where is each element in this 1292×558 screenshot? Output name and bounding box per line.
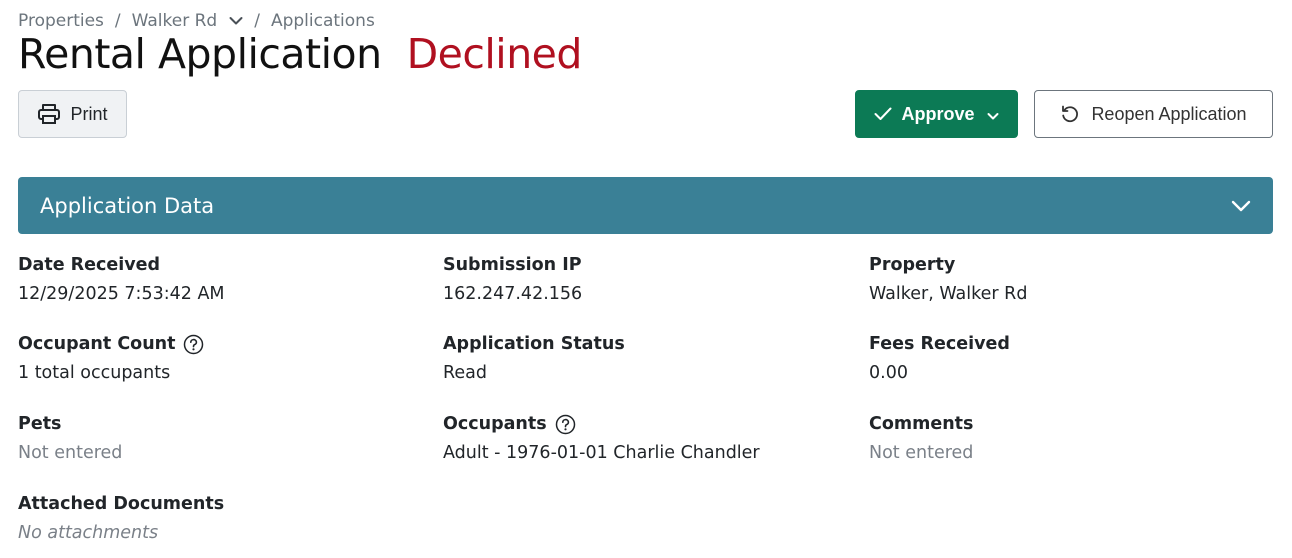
field-label: Occupants [443, 414, 547, 434]
field-label-row: Occupant Count [18, 332, 204, 356]
field-value: Walker, Walker Rd [869, 284, 1028, 304]
field-value: Not entered [869, 443, 974, 463]
field-value: Read [443, 363, 487, 383]
field-label: Date Received [18, 255, 161, 275]
field-label: Occupant Count [18, 334, 176, 354]
page-header: Rental Application Declined [18, 28, 582, 80]
field-label: Submission IP [443, 255, 582, 275]
chevron-down-icon[interactable] [1231, 200, 1251, 212]
approve-label: Approve [901, 103, 975, 124]
question-circle-icon[interactable] [555, 414, 576, 435]
field-pets: Pets Not entered [18, 412, 122, 465]
status-label: Declined [406, 30, 583, 78]
field-value: 1 total occupants [18, 363, 171, 383]
field-fees-received: Fees Received 0.00 [869, 332, 1010, 385]
field-date-received: Date Received 12/29/2025 7:53:42 AM [18, 253, 225, 306]
field-label: Application Status [443, 334, 625, 354]
field-value: 0.00 [869, 363, 908, 383]
field-occupant-count: Occupant Count 1 total occupants [18, 332, 204, 385]
reopen-application-button[interactable]: Reopen Application [1034, 90, 1273, 138]
field-label: Attached Documents [18, 494, 225, 514]
application-data-panel-header[interactable]: Application Data [18, 177, 1273, 234]
undo-icon [1062, 105, 1079, 123]
field-label: Fees Received [869, 334, 1010, 354]
field-label: Pets [18, 414, 62, 434]
reopen-label: Reopen Application [1091, 103, 1247, 124]
print-button[interactable]: Print [18, 90, 127, 138]
chevron-down-icon[interactable] [987, 112, 999, 121]
approve-button[interactable]: Approve [855, 90, 1018, 138]
panel-title: Application Data [40, 193, 215, 218]
field-value: Not entered [18, 443, 123, 463]
field-value: 12/29/2025 7:53:42 AM [18, 284, 225, 304]
check-icon [874, 107, 892, 120]
field-label: Comments [869, 414, 974, 434]
field-value: Adult - 1976-01-01 Charlie Chandler [443, 443, 760, 463]
field-label-row: Occupants [443, 412, 760, 436]
field-submission-ip: Submission IP 162.247.42.156 [443, 253, 582, 306]
field-property: Property Walker, Walker Rd [869, 253, 1027, 306]
field-attached-documents: Attached Documents No attachments [18, 492, 224, 545]
field-comments: Comments Not entered [869, 412, 973, 465]
print-label: Print [70, 103, 108, 124]
printer-icon [38, 104, 61, 124]
field-occupants: Occupants Adult - 1976-01-01 Charlie Cha… [443, 412, 760, 465]
chevron-down-icon[interactable] [229, 16, 243, 26]
question-circle-icon[interactable] [183, 334, 204, 355]
field-value: 162.247.42.156 [443, 284, 583, 304]
field-value: No attachments [18, 523, 159, 543]
page-title: Rental Application [18, 30, 382, 78]
field-label: Property [869, 255, 956, 275]
field-application-status: Application Status Read [443, 332, 625, 385]
